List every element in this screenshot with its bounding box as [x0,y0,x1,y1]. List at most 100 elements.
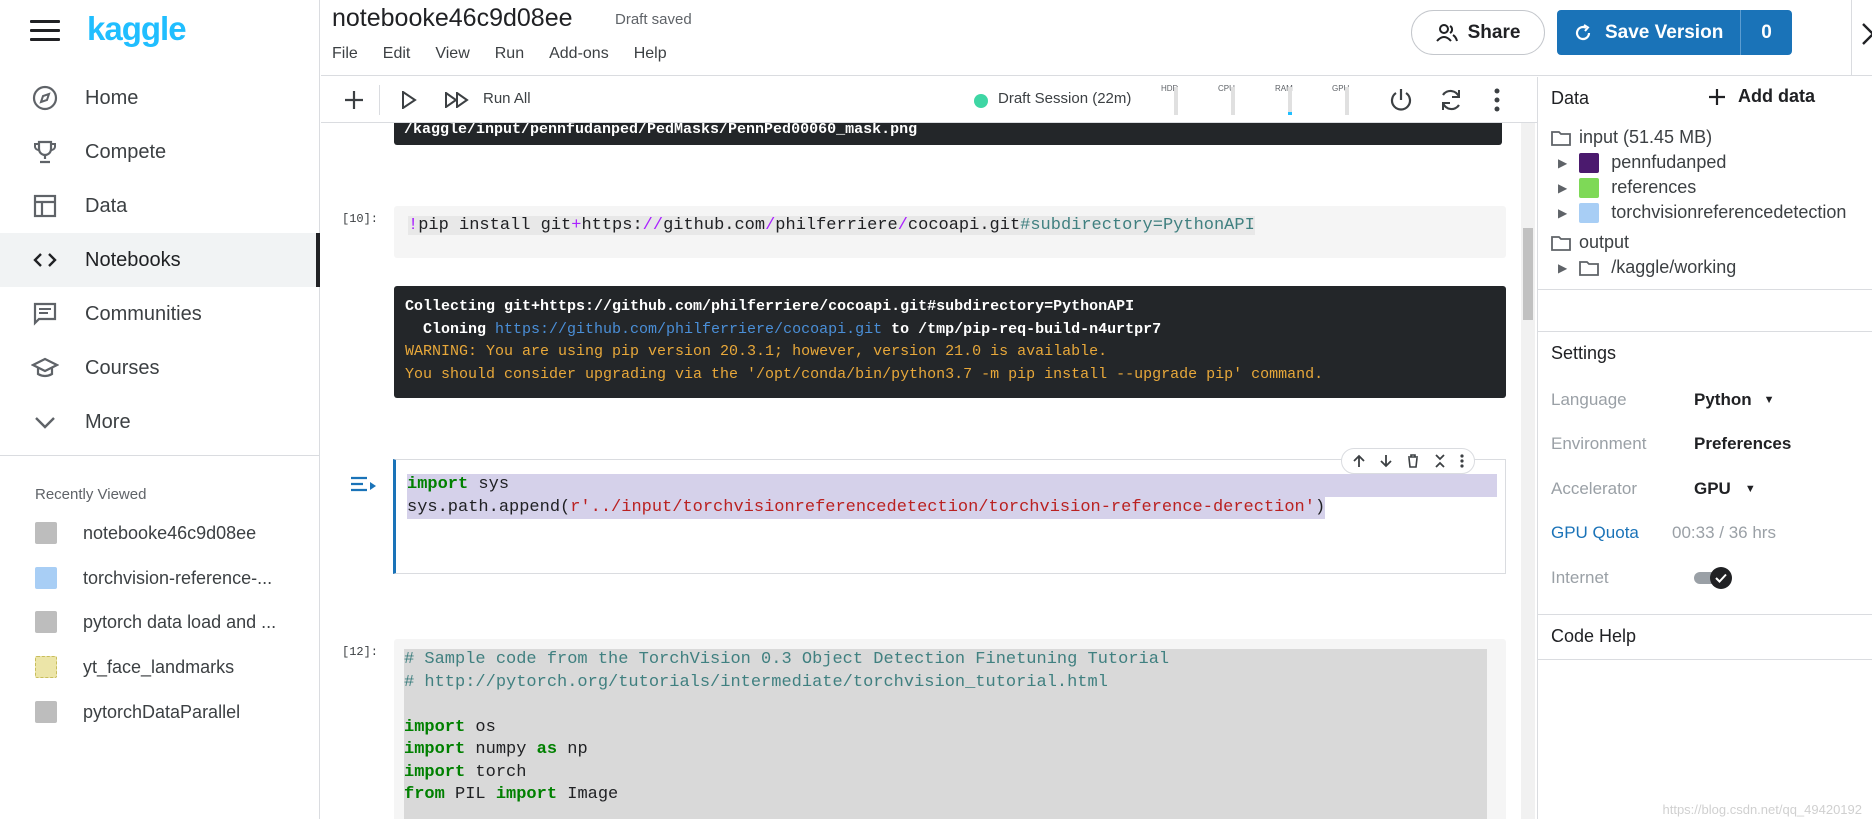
people-icon [1435,23,1458,42]
language-select[interactable]: Python [1694,390,1752,410]
add-data-label: Add data [1738,86,1816,106]
gpu-quota-value: 00:33 / 36 hrs [1672,523,1776,542]
hamburger-menu-icon[interactable] [30,20,60,42]
recent-item[interactable]: notebooke46c9d08ee [0,513,320,553]
nav-item-compete[interactable]: Compete [0,125,320,179]
setting-label: Language [1551,390,1627,409]
menu-addons[interactable]: Add-ons [549,45,609,63]
cell-output: /kaggle/input/pennfudanped/PedMasks/Penn… [394,123,1502,145]
run-all-icon[interactable] [445,92,469,108]
accelerator-setting: Accelerator GPU ▼ [1551,479,1756,499]
delete-icon[interactable] [1406,454,1420,468]
dropdown-arrow-icon[interactable]: ▼ [1745,483,1756,495]
gpu-quota-setting: GPU Quota 00:33 / 36 hrs [1551,523,1776,543]
save-version-label: Save Version [1605,21,1724,43]
dataset-row[interactable]: ▶ torchvisionreferencedetection [1558,202,1846,223]
accelerator-select[interactable]: GPU [1694,479,1731,499]
watermark: https://blog.csdn.net/qq_49420192 [1662,802,1863,817]
working-folder-row[interactable]: ▶ /kaggle/working [1558,257,1736,278]
expand-arrow-icon[interactable]: ▶ [1558,261,1567,275]
output-folder-label: output [1579,232,1630,252]
output-warning: You should consider upgrading via the '/… [405,365,1324,383]
menu-view[interactable]: View [435,45,469,63]
internet-toggle[interactable] [1694,567,1736,589]
recently-viewed-title: Recently Viewed [35,486,147,503]
code-cell-active[interactable]: import sys sys.path.append(r'../input/to… [393,448,1506,574]
share-button[interactable]: Share [1411,10,1545,55]
gpu-quota-link[interactable]: GPU Quota [1551,523,1672,543]
tree-output-folder[interactable]: output [1551,232,1629,253]
compass-icon [30,83,60,113]
cell-actions [1341,448,1475,474]
dataset-row[interactable]: ▶ references [1558,177,1696,198]
expand-arrow-icon[interactable]: ▶ [1558,156,1567,170]
menu-edit[interactable]: Edit [383,45,411,63]
collapse-icon[interactable] [1433,454,1447,468]
expand-arrow-icon[interactable]: ▶ [1558,181,1567,195]
session-status[interactable]: Draft Session (22m) [998,90,1131,107]
power-icon[interactable] [1388,87,1414,113]
active-indicator [316,233,320,287]
add-data-button[interactable]: Add data [1708,86,1815,107]
folder-icon [1579,260,1600,276]
recent-item[interactable]: torchvision-reference-... [0,558,320,598]
dataset-row[interactable]: ▶ pennfudanped [1558,152,1726,173]
refresh-icon [1575,23,1591,40]
run-all-button[interactable]: Run All [483,90,531,107]
notebook-editor[interactable]: /kaggle/input/pennfudanped/PedMasks/Penn… [321,123,1537,819]
recent-item[interactable]: pytorchDataParallel [0,692,320,732]
scrollbar-thumb[interactable] [1523,228,1533,320]
menu-run[interactable]: Run [495,45,524,63]
code-help-title[interactable]: Code Help [1551,626,1636,647]
move-up-icon[interactable] [1352,454,1366,468]
recent-item[interactable]: pytorch data load and ... [0,602,320,642]
nav-item-more[interactable]: More [0,395,320,449]
setting-label: Accelerator [1551,479,1637,498]
code-icon [30,245,60,275]
working-folder-label: /kaggle/working [1611,257,1737,277]
dropdown-arrow-icon[interactable]: ▼ [1764,394,1775,406]
notebook-thumb-icon [35,611,57,633]
run-cell-queued-icon[interactable] [349,475,377,493]
restart-icon[interactable] [1438,87,1464,113]
ram-meter: RAM [1275,85,1295,115]
nav-label-home: Home [85,86,139,109]
nav-item-data[interactable]: Data [0,179,320,233]
code-cell[interactable]: # Sample code from the TorchVision 0.3 O… [394,639,1506,819]
hdd-meter: HDD [1161,85,1181,115]
more-vert-icon[interactable] [1493,87,1501,113]
collapse-panel-button[interactable] [1851,0,1872,76]
code-cell[interactable]: !pip install git+https://github.com/phil… [394,206,1506,258]
move-down-icon[interactable] [1379,454,1393,468]
menu-help[interactable]: Help [634,45,667,63]
version-count[interactable]: 0 [1741,22,1792,44]
chat-icon [30,299,60,329]
environment-select[interactable]: Preferences [1694,434,1791,454]
notebook-title[interactable]: notebooke46c9d08ee [332,4,573,33]
cell-output: Collecting git+https://github.com/philfe… [394,286,1506,398]
run-cell-icon[interactable] [401,91,417,109]
output-link[interactable]: https://github.com/philferriere/cocoapi.… [495,321,882,338]
kaggle-logo[interactable]: kaggle [87,10,187,48]
output-line: /kaggle/input/pennfudanped/PedMasks/Penn… [404,123,918,138]
menu-file[interactable]: File [332,45,358,63]
cell-more-icon[interactable] [1459,454,1464,468]
nav-item-home[interactable]: Home [0,71,320,125]
notebook-scrollbar[interactable] [1521,123,1535,819]
recent-item-label: notebooke46c9d08ee [83,522,257,543]
settings-title[interactable]: Settings [1551,343,1616,364]
meter-label: HDD [1161,84,1179,93]
meter-label: CPU [1218,84,1235,93]
recent-item[interactable]: yt_face_landmarks [0,647,320,687]
nav-item-notebooks[interactable]: Notebooks [0,233,320,287]
menu-bar: File Edit View Run Add-ons Help [332,45,692,63]
dataset-label: pennfudanped [1611,152,1727,172]
nav-label-communities: Communities [85,302,202,325]
add-cell-icon[interactable] [343,89,365,111]
setting-label: Internet [1551,568,1609,587]
nav-item-communities[interactable]: Communities [0,287,320,341]
tree-input-folder[interactable]: input (51.45 MB) [1551,127,1712,148]
nav-item-courses[interactable]: Courses [0,341,320,395]
save-version-button[interactable]: Save Version 0 [1557,10,1792,55]
expand-arrow-icon[interactable]: ▶ [1558,206,1567,220]
